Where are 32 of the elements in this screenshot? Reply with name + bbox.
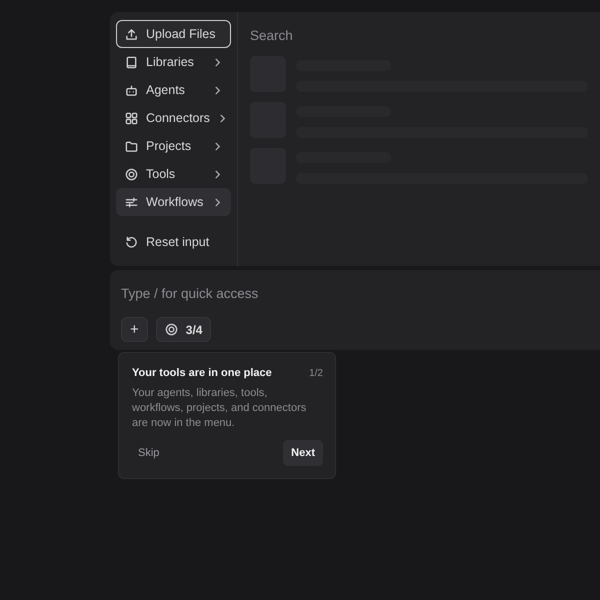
menu-item[interactable]: Upload Files [116,20,231,48]
message-input[interactable]: Type / for quick access [121,284,421,304]
menu-item[interactable]: Connectors [116,104,231,132]
folder-icon [125,140,138,152]
chevron-icon [213,58,222,66]
menu-item[interactable]: Tools [116,160,231,188]
tour-title: Your tools are in one place [132,366,272,381]
tools-button[interactable]: 3/4 [156,317,212,342]
robot-icon [125,84,138,96]
search-field[interactable]: Search [250,26,450,46]
next-button[interactable]: Next [283,440,323,466]
menu-item[interactable]: Projects [116,132,231,160]
chevron-icon [213,86,222,94]
target-icon [125,168,138,180]
chevron-icon [213,142,222,150]
menu-item[interactable]: Libraries [116,48,231,76]
menu-item[interactable]: Workflows [116,188,231,216]
step-counter: 1/2 [309,367,323,381]
chevron-icon [213,198,222,206]
chevron-icon [218,114,227,122]
chevron-icon [213,170,222,178]
reset-icon [125,236,138,248]
menu-item[interactable]: Reset input [116,228,231,256]
add-button[interactable]: + [121,317,148,342]
grid-icon [125,112,138,124]
upload-icon [125,28,138,40]
sliders-icon [125,196,138,208]
book-icon [125,56,138,68]
target-icon [164,323,178,336]
menu-item[interactable]: Agents [116,76,231,104]
skip-button[interactable]: Skip [130,440,168,466]
tour-description: Your agents, libraries, tools, workflows, projects, and connectors are now in the menu. [132,386,308,432]
